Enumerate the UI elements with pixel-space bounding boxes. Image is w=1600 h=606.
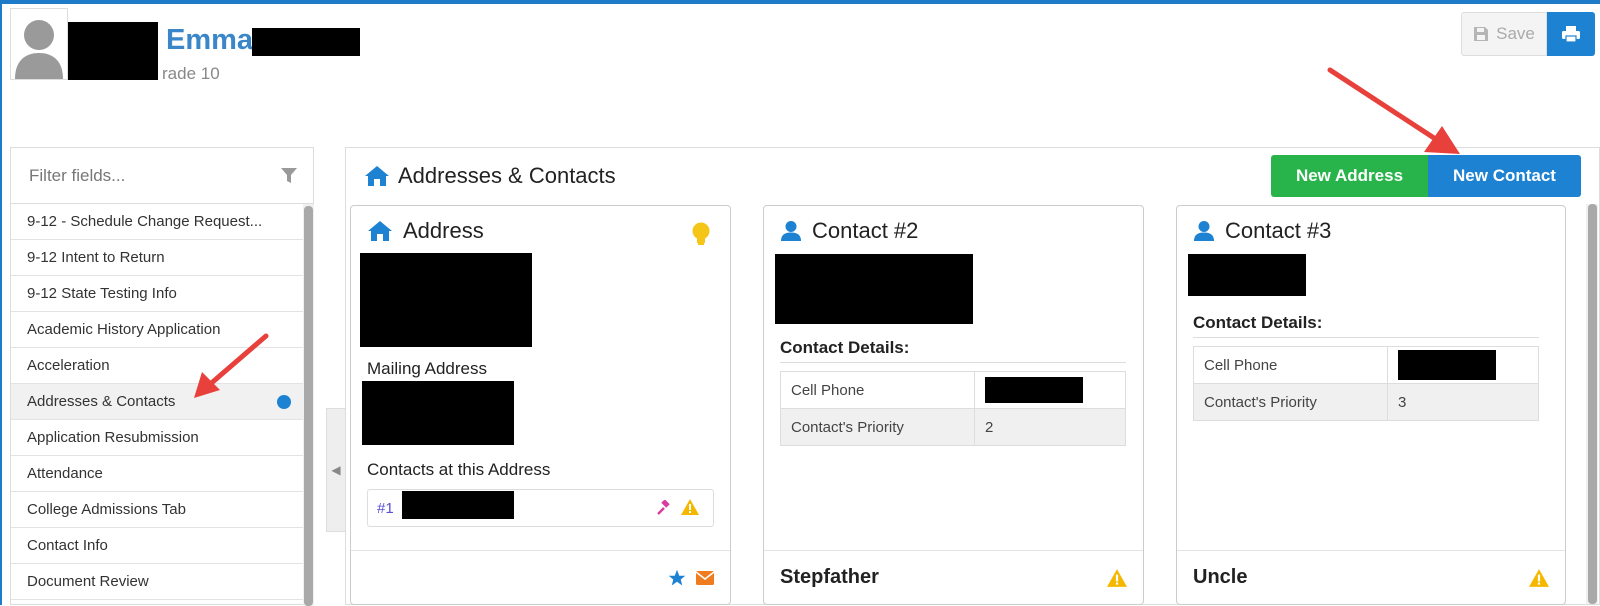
triangle-left-icon: ◀: [331, 463, 341, 477]
redacted-phone: [1398, 350, 1496, 380]
warning-icon[interactable]: [681, 499, 699, 515]
contact-3-card[interactable]: Contact #3 Contact Details: Cell Phone C…: [1176, 205, 1566, 605]
fields-list: 9-12 - Schedule Change Request... 9-12 I…: [11, 204, 303, 600]
sidebar-item-academic-history[interactable]: Academic History Application: [11, 312, 303, 348]
contact-2-footer: Stepfather: [764, 550, 1143, 604]
redacted-address: [360, 253, 532, 347]
contact-3-details-table: Cell Phone Contact's Priority 3: [1193, 346, 1539, 421]
contact-3-relationship: Uncle: [1193, 566, 1248, 588]
filter-placeholder: Filter fields...: [29, 165, 126, 185]
panel-scrollbar-thumb[interactable]: [1588, 204, 1597, 604]
filter-funnel-icon[interactable]: [281, 167, 297, 184]
contact-ref-number: #1: [377, 499, 394, 517]
sidebar-item-state-testing[interactable]: 9-12 State Testing Info: [11, 276, 303, 312]
redacted-name: [68, 22, 158, 80]
cell-phone-value: [974, 371, 1126, 409]
priority-value: 2: [974, 408, 1126, 446]
contact-3-details-label: Contact Details:: [1193, 313, 1323, 332]
address-card-title: Address: [367, 218, 484, 244]
save-button[interactable]: Save: [1461, 12, 1547, 56]
sidebar-item-intent-to-return[interactable]: 9-12 Intent to Return: [11, 240, 303, 276]
filter-fields-input[interactable]: Filter fields...: [11, 148, 313, 204]
panel-title: Addresses & Contacts: [398, 162, 616, 188]
new-address-button[interactable]: New Address: [1271, 155, 1428, 197]
warning-icon[interactable]: [1529, 568, 1549, 587]
sidebar-item-application-resubmission[interactable]: Application Resubmission: [11, 420, 303, 456]
details-divider: [780, 362, 1126, 363]
floppy-disk-icon: [1474, 27, 1489, 41]
fields-sidebar: Filter fields... 9-12 - Schedule Change …: [10, 147, 314, 606]
address-contact-item[interactable]: #1: [367, 489, 714, 527]
contacts-at-address-label: Contacts at this Address: [367, 460, 551, 479]
student-avatar: [10, 8, 68, 80]
new-contact-button[interactable]: New Contact: [1428, 155, 1581, 197]
home-icon: [368, 221, 392, 241]
addresses-contacts-panel: Addresses & Contacts New Address New Con…: [345, 147, 1600, 605]
panel-scrollbar[interactable]: [1586, 204, 1598, 604]
active-indicator-dot: [277, 395, 291, 409]
sidebar-item-acceleration[interactable]: Acceleration: [11, 348, 303, 384]
redacted-contact-2-name: [775, 254, 973, 324]
star-icon[interactable]: [668, 569, 686, 587]
table-row: Contact's Priority 3: [1193, 383, 1539, 421]
contact-3-footer: Uncle: [1177, 550, 1565, 604]
redacted-last-name: [252, 28, 360, 56]
table-row: Contact's Priority 2: [780, 408, 1126, 446]
warning-icon[interactable]: [1107, 568, 1127, 587]
address-card-footer: [351, 550, 730, 604]
home-icon: [365, 165, 389, 186]
print-button[interactable]: [1547, 12, 1595, 56]
sidebar-item-schedule-change[interactable]: 9-12 - Schedule Change Request...: [11, 204, 303, 240]
priority-label: Contact's Priority: [1193, 383, 1388, 421]
gavel-icon[interactable]: [655, 500, 671, 516]
contact-2-card[interactable]: Contact #2 Contact Details: Cell Phone C…: [763, 205, 1144, 605]
contact-3-title: Contact #3: [1193, 218, 1331, 244]
details-divider: [1193, 337, 1539, 338]
contact-2-details-label: Contact Details:: [780, 338, 910, 357]
envelope-icon[interactable]: [696, 570, 714, 585]
address-card[interactable]: Address Mailing Address Contacts at this…: [350, 205, 731, 605]
top-accent-bar: [0, 0, 1600, 4]
sidebar-item-document-review[interactable]: Document Review: [11, 564, 303, 600]
student-grade: rade 10: [162, 64, 220, 83]
redacted-mailing-address: [362, 381, 514, 445]
table-row: Cell Phone: [780, 371, 1126, 409]
sidebar-scrollbar[interactable]: [303, 204, 314, 606]
user-icon: [1194, 221, 1214, 241]
sidebar-scrollbar-thumb[interactable]: [304, 206, 313, 606]
redacted-phone: [985, 377, 1083, 403]
redacted-contact-name: [402, 491, 514, 519]
sidebar-item-addresses-contacts[interactable]: Addresses & Contacts: [11, 384, 303, 420]
student-name[interactable]: Emma: [166, 24, 253, 57]
left-accent-bar: [0, 0, 2, 605]
cell-phone-value: [1387, 346, 1539, 384]
cell-phone-label: Cell Phone: [780, 371, 975, 409]
sidebar-item-attendance[interactable]: Attendance: [11, 456, 303, 492]
table-row: Cell Phone: [1193, 346, 1539, 384]
redacted-contact-3-name: [1188, 254, 1306, 296]
mailing-address-label: Mailing Address: [367, 359, 488, 378]
contact-2-details-table: Cell Phone Contact's Priority 2: [780, 371, 1126, 446]
save-button-label: Save: [1496, 24, 1535, 43]
contact-2-relationship: Stepfather: [780, 566, 879, 588]
priority-value: 3: [1387, 383, 1539, 421]
printer-icon: [1562, 26, 1580, 43]
priority-label: Contact's Priority: [780, 408, 975, 446]
cell-phone-label: Cell Phone: [1193, 346, 1388, 384]
sidebar-item-college-admissions[interactable]: College Admissions Tab: [11, 492, 303, 528]
person-silhouette-icon: [11, 9, 67, 79]
user-icon: [781, 221, 801, 241]
sidebar-item-contact-info[interactable]: Contact Info: [11, 528, 303, 564]
lightbulb-icon[interactable]: [692, 222, 710, 246]
collapse-sidebar-handle[interactable]: ◀: [326, 408, 346, 532]
contact-2-title: Contact #2: [780, 218, 918, 244]
